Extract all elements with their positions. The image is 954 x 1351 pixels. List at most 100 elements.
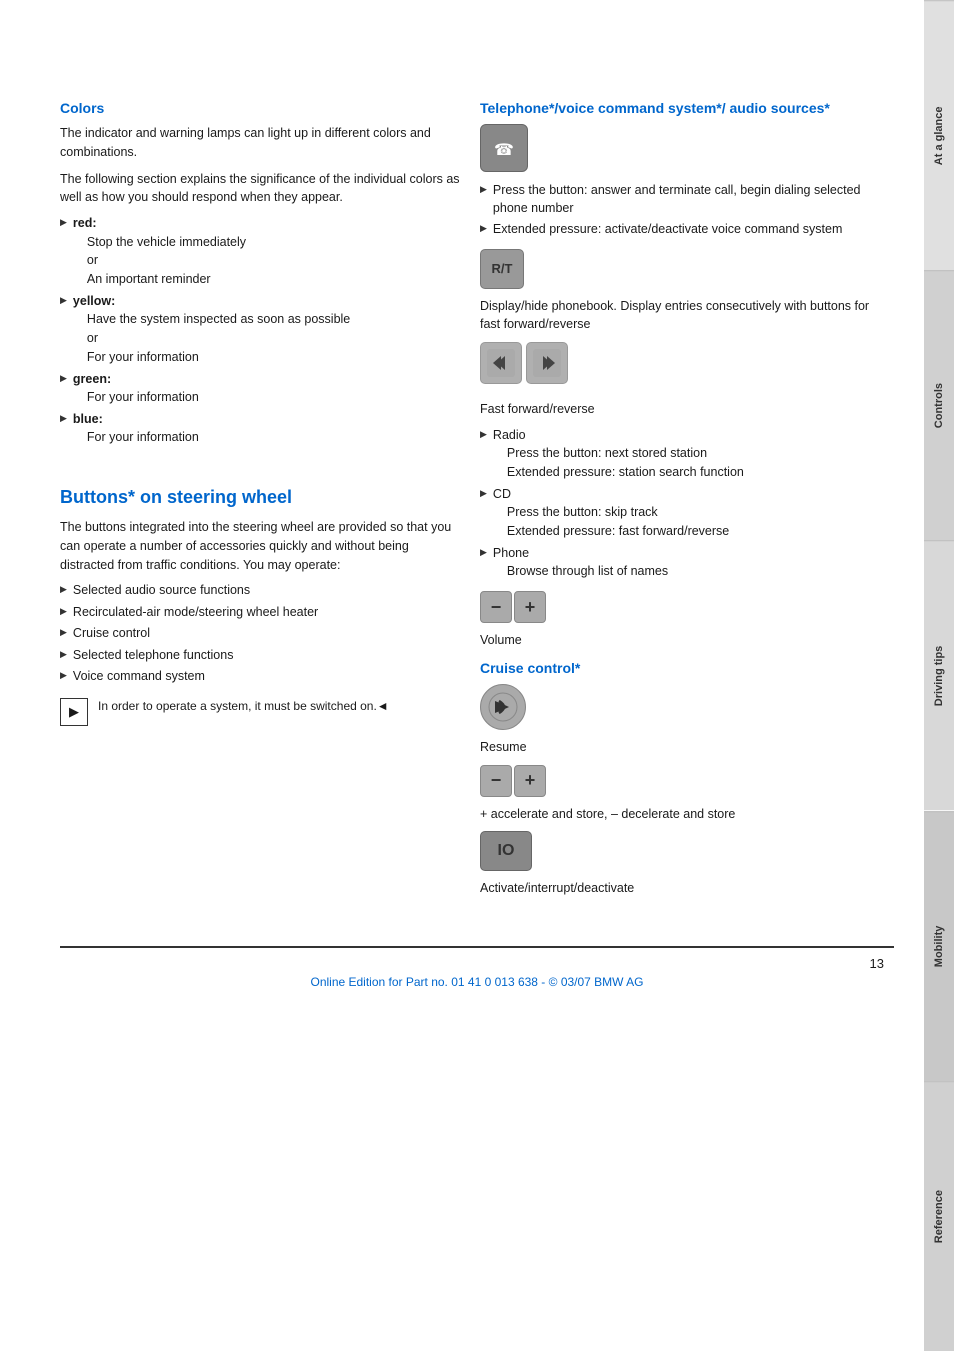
bullet-label: yellow:	[73, 293, 350, 311]
phone-icon: ☎	[480, 124, 528, 172]
note-box: ▶ In order to operate a system, it must …	[60, 698, 460, 726]
colors-list: ▶ red: Stop the vehicle immediately or A…	[60, 215, 460, 447]
cruise-control-heading: Cruise control*	[480, 660, 880, 676]
resume-label: Resume	[480, 738, 880, 757]
bullet-label: Radio	[493, 427, 744, 445]
triangle-icon: ▶	[60, 648, 67, 661]
colors-para2: The following section explains the signi…	[60, 170, 460, 208]
steering-wheel-heading: Buttons* on steering wheel	[60, 487, 460, 508]
bullet-label: red:	[73, 215, 246, 233]
accel-icon: − +	[480, 765, 880, 797]
list-item: ▶ Selected telephone functions	[60, 647, 460, 665]
sub-item: Browse through list of names	[507, 562, 668, 581]
telephone-heading: Telephone*/voice command system*/ audio …	[480, 100, 880, 116]
ff-list: ▶ Radio Press the button: next stored st…	[480, 427, 880, 581]
forward-icon	[526, 342, 568, 384]
sub-item: For your information	[87, 388, 199, 407]
steering-wheel-section: Buttons* on steering wheel The buttons i…	[60, 487, 460, 726]
sub-item: Press the button: skip track	[507, 503, 729, 522]
page-footer: 13 Online Edition for Part no. 01 41 0 0…	[60, 946, 894, 989]
sub-item: For your information	[87, 348, 350, 367]
sub-item: An important reminder	[87, 270, 246, 289]
sidebar-item-mobility[interactable]: Mobility	[924, 811, 954, 1081]
note-icon: ▶	[60, 698, 88, 726]
cruise-control-section: Cruise control* Resume	[480, 660, 880, 898]
fast-forward-label: Fast forward/reverse	[480, 400, 880, 419]
list-item-text: Recirculated-air mode/steering wheel hea…	[73, 604, 318, 622]
volume-icon: − +	[480, 591, 880, 623]
list-item-text: Press the button: answer and terminate c…	[493, 182, 880, 217]
triangle-icon: ▶	[60, 294, 67, 307]
resume-svg	[487, 691, 519, 723]
bullet-label: green:	[73, 371, 199, 389]
io-label: IO	[498, 842, 515, 860]
triangle-icon: ▶	[60, 216, 67, 229]
ff-icon-pair	[480, 342, 880, 392]
io-button-icon: IO	[480, 831, 532, 871]
two-columns: Colors The indicator and warning lamps c…	[60, 100, 894, 906]
triangle-icon: ▶	[60, 372, 67, 385]
sidebar-item-driving-tips[interactable]: Driving tips	[924, 540, 954, 810]
footer-text: Online Edition for Part no. 01 41 0 013 …	[310, 975, 643, 989]
list-item: ▶ blue: For your information	[60, 411, 460, 447]
right-column-content: Telephone*/voice command system*/ audio …	[480, 100, 880, 898]
triangle-icon: ▶	[480, 183, 487, 196]
telephone-section: Telephone*/voice command system*/ audio …	[480, 100, 880, 650]
list-item: ▶ Cruise control	[60, 625, 460, 643]
page-number: 13	[60, 956, 894, 971]
colors-heading: Colors	[60, 100, 460, 116]
left-column: Colors The indicator and warning lamps c…	[60, 100, 460, 906]
telephone-list: ▶ Press the button: answer and terminate…	[480, 182, 880, 239]
svg-text:☎: ☎	[494, 142, 514, 159]
sub-item: Extended pressure: station search functi…	[507, 463, 744, 482]
activate-label: Activate/interrupt/deactivate	[480, 879, 880, 898]
rit-description: Display/hide phonebook. Display entries …	[480, 297, 880, 335]
rit-label: R/T	[492, 261, 513, 276]
list-item: ▶ Voice command system	[60, 668, 460, 686]
list-item: ▶ Selected audio source functions	[60, 582, 460, 600]
sidebar-item-controls[interactable]: Controls	[924, 270, 954, 540]
list-item-text: Selected telephone functions	[73, 647, 234, 665]
rewind-icon	[480, 342, 522, 384]
plus-icon: +	[514, 591, 546, 623]
right-column: Telephone*/voice command system*/ audio …	[480, 100, 880, 906]
sub-item: or	[87, 329, 350, 348]
sub-item: For your information	[87, 428, 199, 447]
sidebar-item-at-a-glance[interactable]: At a glance	[924, 0, 954, 270]
sub-item: or	[87, 251, 246, 270]
list-item: ▶ Press the button: answer and terminate…	[480, 182, 880, 217]
steering-wheel-list: ▶ Selected audio source functions ▶ Reci…	[60, 582, 460, 686]
resume-icon-wrapper	[480, 684, 880, 730]
list-item: ▶ Recirculated-air mode/steering wheel h…	[60, 604, 460, 622]
sub-item: Have the system inspected as soon as pos…	[87, 310, 350, 329]
triangle-icon: ▶	[60, 669, 67, 682]
rit-button-icon: R/T	[480, 249, 524, 289]
note-text: In order to operate a system, it must be…	[98, 698, 389, 715]
volume-label: Volume	[480, 631, 880, 650]
triangle-icon: ▶	[480, 546, 487, 559]
resume-icon	[480, 684, 526, 730]
phone-svg: ☎	[490, 134, 518, 162]
steering-wheel-para: The buttons integrated into the steering…	[60, 518, 460, 574]
list-item: ▶ Radio Press the button: next stored st…	[480, 427, 880, 482]
sub-item: Press the button: next stored station	[507, 444, 744, 463]
page-wrapper: Colors The indicator and warning lamps c…	[0, 0, 954, 1351]
list-item: ▶ Phone Browse through list of names	[480, 545, 880, 581]
colors-para1: The indicator and warning lamps can ligh…	[60, 124, 460, 162]
forward-svg	[533, 349, 561, 377]
accel-plus-icon: +	[514, 765, 546, 797]
list-item-text: Voice command system	[73, 668, 205, 686]
triangle-icon: ▶	[60, 412, 67, 425]
bullet-label: CD	[493, 486, 729, 504]
list-item: ▶ green: For your information	[60, 371, 460, 407]
list-item-text: Selected audio source functions	[73, 582, 250, 600]
triangle-icon: ▶	[480, 428, 487, 441]
accel-label: + accelerate and store, – decelerate and…	[480, 805, 880, 824]
triangle-icon: ▶	[480, 487, 487, 500]
triangle-icon: ▶	[480, 222, 487, 235]
list-item: ▶ Extended pressure: activate/deactivate…	[480, 221, 880, 239]
sidebar-item-reference[interactable]: Reference	[924, 1081, 954, 1351]
triangle-icon: ▶	[60, 583, 67, 596]
list-item: ▶ CD Press the button: skip track Extend…	[480, 486, 880, 541]
rewind-svg	[487, 349, 515, 377]
